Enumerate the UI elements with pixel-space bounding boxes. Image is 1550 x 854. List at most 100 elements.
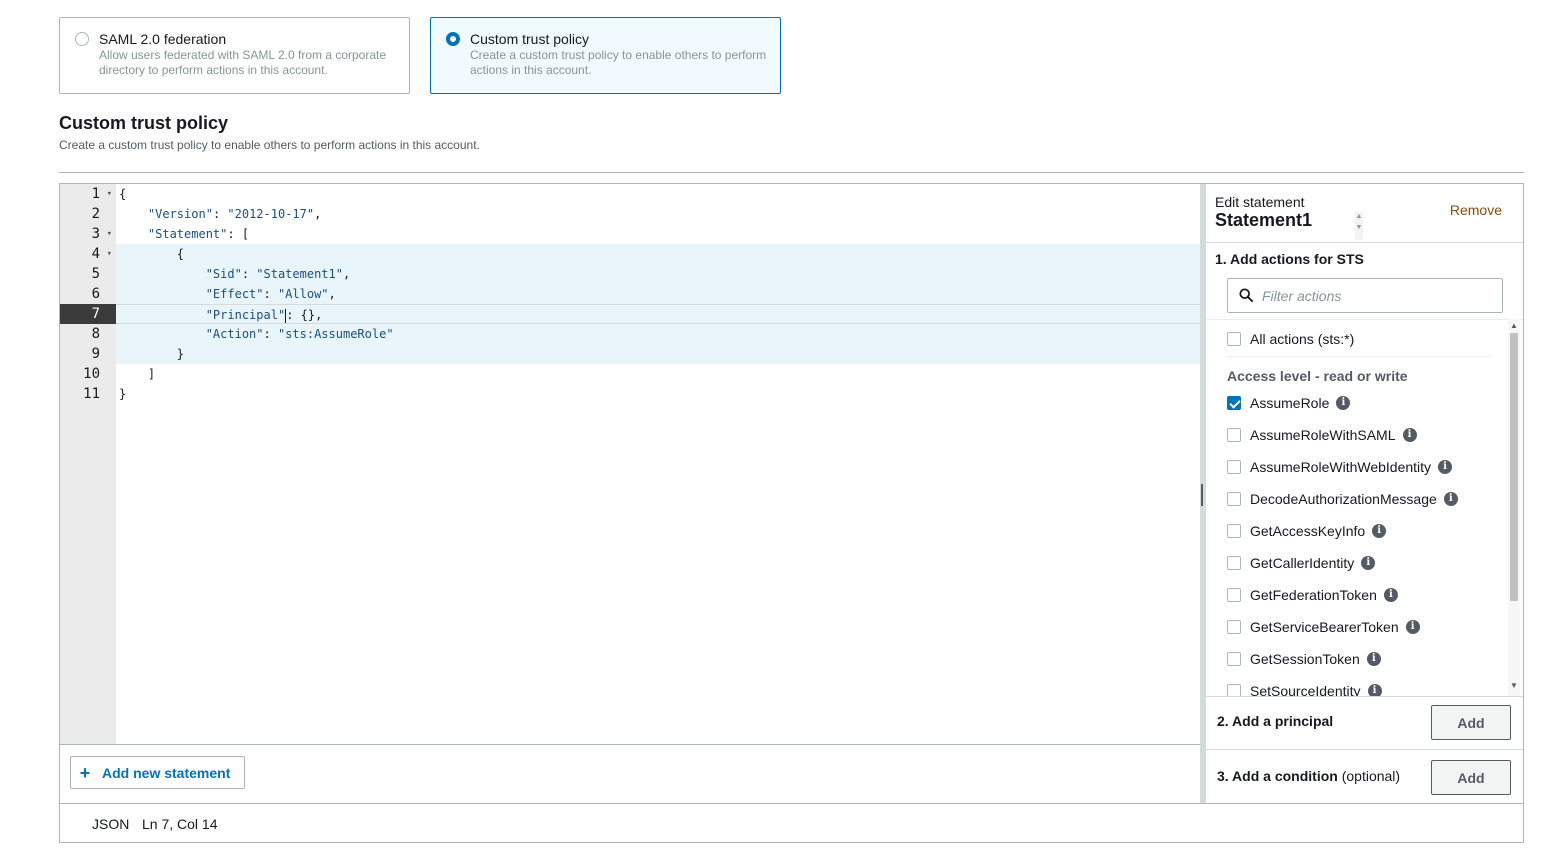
action-checkbox[interactable] — [1227, 460, 1241, 474]
line-number: 10 — [60, 364, 116, 384]
line-number-text: 1 — [91, 186, 100, 202]
scroll-down-icon[interactable]: ▼ — [1355, 224, 1363, 232]
action-item[interactable]: GetAccessKeyInfo i — [1227, 521, 1387, 541]
line-number: 3 ▾ — [60, 224, 116, 244]
search-icon — [1239, 288, 1253, 302]
code-editor[interactable]: 1 ▾ 2 3 ▾ 4 ▾ 5 6 7 8 9 10 11 { "Version": "2012-10-1… — [60, 184, 1200, 744]
action-checkbox[interactable] — [1227, 492, 1241, 506]
action-label: GetCallerIdentity — [1250, 555, 1355, 571]
action-label: GetAccessKeyInfo — [1250, 523, 1366, 539]
trust-option-custom[interactable]: Custom trust policy Create a custom trus… — [430, 17, 781, 94]
filter-actions-field[interactable] — [1227, 278, 1503, 313]
action-item[interactable]: AssumeRole i — [1227, 393, 1351, 413]
action-checkbox[interactable] — [1227, 524, 1241, 538]
info-icon[interactable]: i — [1383, 588, 1398, 602]
trust-option-saml[interactable]: SAML 2.0 federation Allow users federate… — [59, 17, 410, 94]
action-item[interactable]: AssumeRoleWithWebIdentity i — [1227, 457, 1453, 477]
fold-arrow-icon[interactable]: ▾ — [107, 224, 112, 244]
code-area[interactable]: { "Version": "2012-10-17", "Statement": … — [116, 184, 1200, 744]
info-icon[interactable]: i — [1402, 428, 1417, 442]
code-line[interactable]: } — [116, 384, 1200, 404]
action-label: AssumeRoleWithSAML — [1250, 427, 1396, 443]
panel-header: Edit statement Statement1 ▲ ▼ Remove — [1206, 184, 1523, 243]
line-number: 8 — [60, 324, 116, 344]
code-line[interactable]: } — [116, 344, 1200, 364]
line-number-text: 2 — [91, 206, 100, 222]
step3-title: 3. Add a condition (optional) — [1217, 768, 1400, 784]
line-number-text: 10 — [83, 366, 100, 382]
info-icon[interactable]: i — [1336, 396, 1351, 410]
all-actions-item[interactable]: All actions (sts:*) — [1227, 329, 1354, 349]
info-icon[interactable]: i — [1438, 460, 1453, 474]
action-checkbox[interactable] — [1227, 396, 1241, 410]
action-label: AssumeRole — [1250, 395, 1330, 411]
action-item[interactable]: GetServiceBearerToken i — [1227, 617, 1420, 637]
action-item[interactable]: GetFederationToken i — [1227, 585, 1398, 605]
scroll-down-icon[interactable]: ▼ — [1508, 681, 1520, 691]
plus-icon: + — [79, 762, 91, 783]
line-number: 2 — [60, 204, 116, 224]
info-icon[interactable]: i — [1366, 652, 1381, 666]
scrollbar-thumb[interactable] — [1510, 333, 1518, 601]
line-number: 4 ▾ — [60, 244, 116, 264]
add-principal-button[interactable]: Add — [1431, 705, 1511, 740]
list-divider — [1227, 356, 1490, 357]
action-item[interactable]: GetCallerIdentity i — [1227, 553, 1376, 573]
trust-option-desc: Create a custom trust policy to enable o… — [470, 48, 767, 77]
remove-statement-button[interactable]: Remove — [1450, 202, 1502, 218]
line-number-text: 5 — [91, 266, 100, 282]
action-item[interactable]: DecodeAuthorizationMessage i — [1227, 489, 1458, 509]
info-icon[interactable]: i — [1361, 556, 1376, 570]
code-line[interactable]: "Action": "sts:AssumeRole" — [116, 324, 1200, 344]
radio-saml[interactable] — [75, 32, 89, 46]
info-icon[interactable]: i — [1443, 492, 1458, 506]
info-icon[interactable]: i — [1405, 620, 1420, 634]
step2-row: 2. Add a principal Add — [1206, 696, 1523, 749]
action-label: DecodeAuthorizationMessage — [1250, 491, 1437, 507]
action-item[interactable]: AssumeRoleWithSAML i — [1227, 425, 1417, 445]
code-line[interactable]: "Sid": "Statement1", — [116, 264, 1200, 284]
step1-title: 1. Add actions for STS — [1215, 251, 1364, 267]
line-number-text: 4 — [91, 246, 100, 262]
section-description: Create a custom trust policy to enable o… — [59, 138, 480, 152]
action-label: GetServiceBearerToken — [1250, 619, 1399, 635]
status-language: JSON — [92, 816, 130, 832]
action-checkbox[interactable] — [1227, 428, 1241, 442]
info-icon[interactable]: i — [1372, 524, 1387, 538]
action-checkbox[interactable] — [1227, 684, 1241, 696]
step3-optional: (optional) — [1341, 768, 1401, 784]
all-actions-checkbox[interactable] — [1227, 332, 1241, 346]
actions-scrollbar[interactable]: ▲ ▼ — [1508, 319, 1520, 696]
action-checkbox[interactable] — [1227, 620, 1241, 634]
action-checkbox[interactable] — [1227, 556, 1241, 570]
add-condition-button[interactable]: Add — [1431, 760, 1511, 795]
code-line[interactable]: "Effect": "Allow", — [116, 284, 1200, 304]
code-line[interactable]: "Version": "2012-10-17", — [116, 204, 1200, 224]
code-line[interactable]: "Statement": [ — [116, 224, 1200, 244]
code-line[interactable]: { — [116, 184, 1200, 204]
action-checkbox[interactable] — [1227, 588, 1241, 602]
info-icon[interactable]: i — [1367, 684, 1382, 696]
code-line[interactable]: "Principal": {}, — [116, 304, 1200, 324]
line-number-text: 8 — [91, 326, 100, 342]
line-number: 9 — [60, 344, 116, 364]
fold-arrow-icon[interactable]: ▾ — [107, 244, 112, 264]
statement-name: Statement1 — [1215, 210, 1313, 230]
action-item[interactable]: SetSourceIdentity i — [1227, 681, 1382, 696]
status-cursor-position: Ln 7, Col 14 — [142, 816, 218, 832]
fold-arrow-icon[interactable]: ▾ — [107, 184, 112, 204]
all-actions-label: All actions (sts:*) — [1250, 331, 1355, 347]
code-line[interactable]: ] — [116, 364, 1200, 384]
filter-actions-input[interactable] — [1262, 285, 1492, 307]
action-checkbox[interactable] — [1227, 652, 1241, 666]
line-number: 6 — [60, 284, 116, 304]
code-line[interactable]: { — [116, 244, 1200, 264]
action-item[interactable]: GetSessionToken i — [1227, 649, 1381, 669]
scroll-up-icon[interactable]: ▲ — [1355, 213, 1363, 221]
radio-custom[interactable] — [446, 32, 460, 46]
policy-editor-container: 1 ▾ 2 3 ▾ 4 ▾ 5 6 7 8 9 10 11 { "Version": "2012-10-1… — [59, 183, 1524, 843]
scroll-up-icon[interactable]: ▲ — [1508, 321, 1520, 331]
add-new-statement-button[interactable]: + Add new statement — [70, 756, 245, 789]
statement-scroll[interactable]: ▲ ▼ — [1355, 212, 1363, 240]
section-title: Custom trust policy — [59, 113, 229, 133]
